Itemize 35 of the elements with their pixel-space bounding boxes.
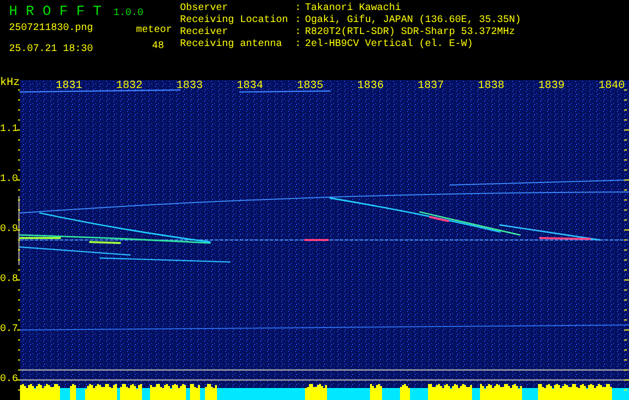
- meteor-label: meteor: [136, 25, 172, 37]
- y-axis-label: 1.0: [0, 174, 18, 186]
- x-axis-label: 1835: [296, 80, 324, 92]
- x-axis-label: 1833: [176, 80, 203, 92]
- date-time: 25.07.21 18:30: [9, 44, 94, 56]
- x-axis-label: 1836: [357, 80, 384, 92]
- info-separator: :: [295, 15, 302, 27]
- meteor-count: 48: [152, 41, 164, 53]
- info-value: Ogaki, Gifu, JAPAN (136.60E, 35.35N): [305, 15, 522, 26]
- x-axis-label: 1832: [116, 80, 142, 92]
- info-label: Observer: [180, 3, 228, 14]
- app-version: 1.0.0: [113, 8, 144, 20]
- info-value: 2el-HB9CV Vertical (el. E-W): [305, 39, 474, 51]
- info-label: Receiving antenna: [180, 39, 282, 51]
- y-axis-label: 0.9: [0, 224, 18, 236]
- y-axis-label: 0.6: [0, 374, 18, 386]
- info-label: Receiver: [180, 27, 228, 38]
- info-separator: :: [295, 39, 302, 51]
- info-label: Receiving Location: [180, 15, 288, 26]
- axis-unit: kHz: [0, 77, 20, 89]
- x-axis-label: 1839: [538, 80, 565, 92]
- x-axis-label: 1840: [598, 80, 625, 92]
- info-value: R820T2(RTL-SDR) SDR-Sharp 53.372MHz: [305, 27, 516, 38]
- app-title: H R O F F T: [9, 3, 102, 22]
- y-axis-label: 0.8: [0, 274, 18, 286]
- info-separator: :: [295, 3, 302, 15]
- x-axis-label: 1831: [56, 80, 82, 92]
- info-value: Takanori Kawachi: [305, 3, 402, 14]
- x-axis-label: 1838: [478, 80, 504, 92]
- info-separator: :: [295, 27, 302, 39]
- y-axis-label: 0.7: [0, 324, 18, 336]
- x-axis-label: 1837: [418, 80, 444, 92]
- file-name: 2507211830.png: [9, 23, 94, 35]
- y-axis-label: 1.1: [0, 124, 18, 136]
- x-axis-label: 1834: [236, 80, 264, 92]
